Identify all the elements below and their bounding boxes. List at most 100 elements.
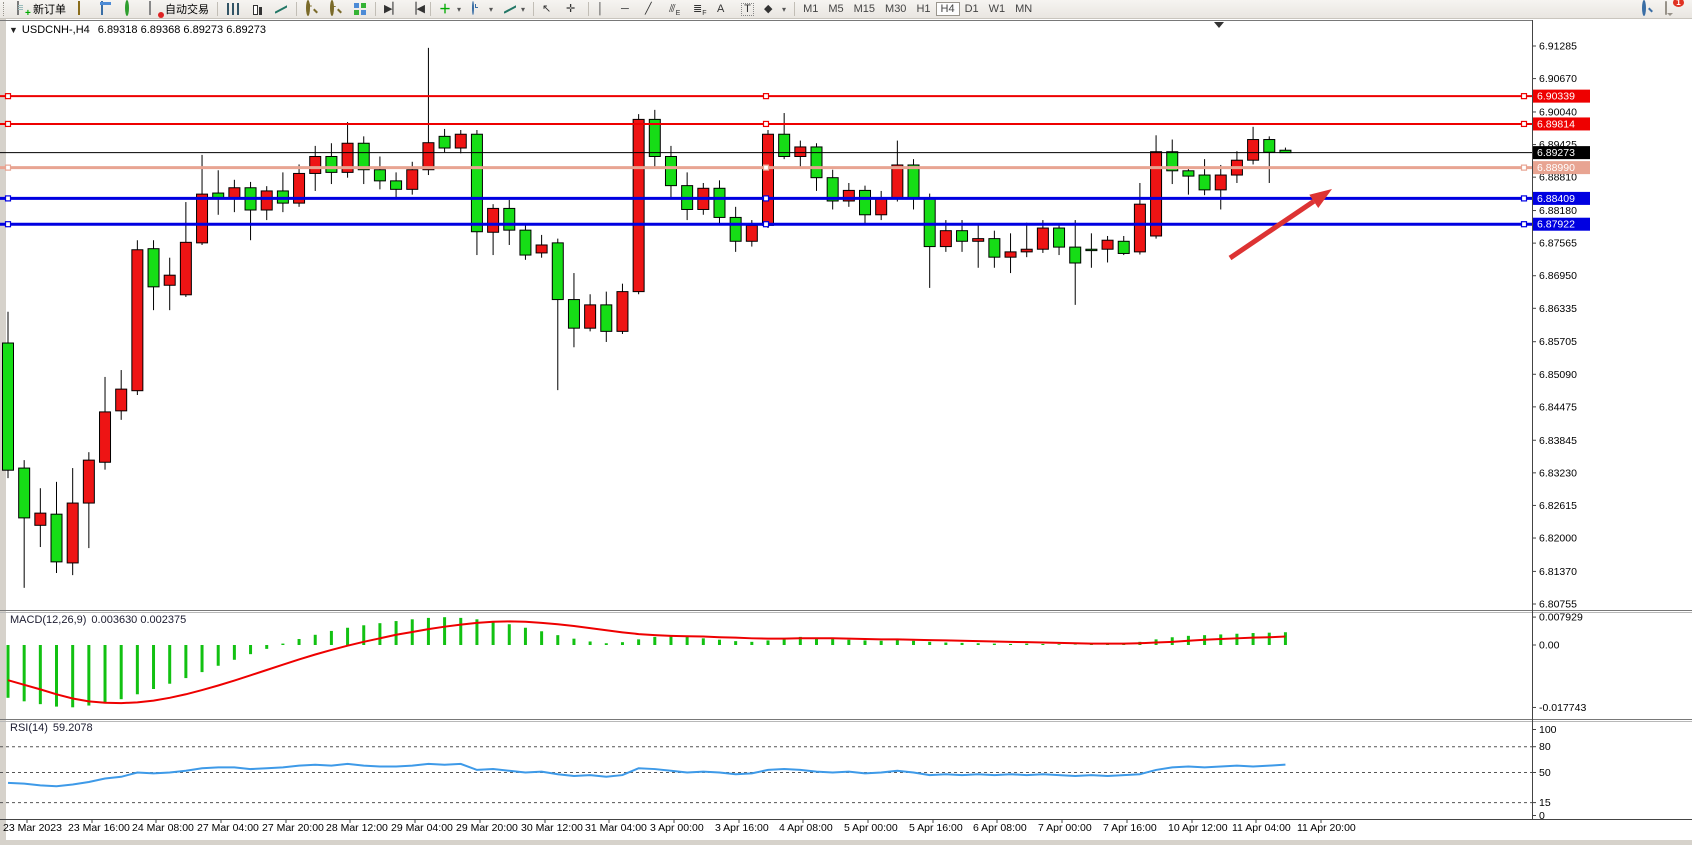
timeframe-h1[interactable]: H1	[911, 2, 935, 16]
zoom-out-button[interactable]: –	[324, 0, 348, 19]
periods-button[interactable]: ▾	[466, 0, 498, 19]
macd-name: MACD(12,26,9)	[10, 614, 86, 626]
fibonacci-icon: ≣F	[693, 2, 707, 16]
profile-icon	[76, 2, 90, 16]
tile-windows-button[interactable]	[348, 0, 372, 19]
svg-text:6.85090: 6.85090	[1539, 369, 1577, 381]
trendline-button[interactable]: ╱	[640, 0, 664, 19]
svg-text:10 Apr 12:00: 10 Apr 12:00	[1168, 822, 1228, 834]
chart-shift-button[interactable]: ▕◀	[403, 0, 427, 19]
auto-trading-icon	[148, 2, 162, 16]
svg-text:6.87565: 6.87565	[1539, 238, 1577, 250]
chart-symbol: USDCNH-,H4	[22, 24, 90, 36]
indicators-icon: ＋	[439, 2, 453, 16]
macd-signal-line	[8, 621, 1285, 703]
timeframe-d1[interactable]: D1	[960, 2, 984, 16]
text-label-button[interactable]: T	[736, 0, 759, 19]
search-button[interactable]	[1636, 0, 1660, 19]
line-chart-button[interactable]	[269, 0, 293, 19]
text-icon: A	[717, 2, 731, 16]
macd-pane	[8, 617, 1285, 707]
rsi-pane	[0, 747, 1532, 803]
timeframe-w1[interactable]: W1	[984, 2, 1011, 16]
svg-text:29 Mar 04:00: 29 Mar 04:00	[391, 822, 453, 834]
svg-text:6.80755: 6.80755	[1539, 599, 1577, 611]
bar-chart-button[interactable]	[221, 0, 245, 19]
svg-text:24 Mar 08:00: 24 Mar 08:00	[132, 822, 194, 834]
svg-text:6.82615: 6.82615	[1539, 500, 1577, 512]
shapes-button[interactable]: ◆▾	[759, 0, 791, 19]
svg-text:28 Mar 12:00: 28 Mar 12:00	[326, 822, 388, 834]
svg-text:7 Apr 00:00: 7 Apr 00:00	[1038, 822, 1092, 834]
macd-values: 0.003630 0.002375	[91, 614, 186, 626]
timeframe-m30[interactable]: M30	[880, 2, 911, 16]
chart-shift-icon: ▕◀	[408, 2, 422, 16]
zoom-in-button[interactable]: +	[300, 0, 324, 19]
svg-text:6.87922: 6.87922	[1537, 219, 1575, 231]
market-watch-button[interactable]	[95, 0, 119, 19]
search-icon	[1641, 2, 1655, 16]
chart-title: ▼USDCNH-,H46.89318 6.89368 6.89273 6.892…	[9, 24, 266, 36]
chart-profiles-button[interactable]	[71, 0, 95, 19]
timeframe-m1[interactable]: M1	[798, 2, 823, 16]
channel-button[interactable]: ⫻E	[664, 0, 688, 19]
svg-text:0.00: 0.00	[1539, 640, 1560, 652]
svg-text:0.007929: 0.007929	[1539, 612, 1583, 624]
svg-text:80: 80	[1539, 741, 1551, 753]
candlestick-chart-button[interactable]	[245, 0, 269, 19]
crosshair-icon: ✛	[566, 2, 580, 16]
chart-canvas[interactable]: 6.912856.906706.900406.894256.888106.881…	[0, 19, 1692, 845]
timeframe-mn[interactable]: MN	[1010, 2, 1037, 16]
svg-text:6.91285: 6.91285	[1539, 41, 1577, 53]
timeframe-h4[interactable]: H4	[936, 2, 960, 16]
svg-text:6.89814: 6.89814	[1537, 118, 1575, 130]
timeframe-m5[interactable]: M5	[823, 2, 848, 16]
notifications-button[interactable]: 1	[1660, 0, 1684, 19]
svg-text:6 Apr 08:00: 6 Apr 08:00	[973, 822, 1027, 834]
fibonacci-button[interactable]: ≣F	[688, 0, 712, 19]
svg-text:0: 0	[1539, 810, 1545, 822]
cursor-button[interactable]: ↖	[537, 0, 561, 19]
chart-window: ▼USDCNH-,H46.89318 6.89368 6.89273 6.892…	[0, 19, 1692, 845]
vertical-line-icon: │	[597, 2, 611, 16]
new-order-icon: +	[16, 2, 30, 16]
vertical-line-button[interactable]: │	[592, 0, 616, 19]
svg-text:6.81370: 6.81370	[1539, 566, 1577, 578]
template-icon	[504, 3, 516, 15]
rsi-label: RSI(14)59.2078	[10, 722, 98, 734]
svg-text:100: 100	[1539, 724, 1557, 736]
new-order-label: 新订单	[33, 1, 66, 17]
dropdown-arrow-icon: ▾	[457, 5, 461, 14]
svg-text:-0.017743: -0.017743	[1539, 702, 1586, 714]
window-bottom-edge	[0, 840, 1692, 845]
svg-text:27 Mar 20:00: 27 Mar 20:00	[262, 822, 324, 834]
horizontal-line-icon: ─	[621, 2, 635, 16]
rsi-line	[8, 764, 1285, 786]
collapse-caret-icon[interactable]: ▼	[9, 25, 18, 35]
line-chart-icon	[275, 3, 287, 15]
svg-text:11 Apr 04:00: 11 Apr 04:00	[1232, 822, 1291, 834]
navigator-button[interactable]	[119, 0, 143, 19]
svg-text:23 Mar 16:00: 23 Mar 16:00	[68, 822, 130, 834]
svg-text:5 Apr 00:00: 5 Apr 00:00	[844, 822, 898, 834]
text-button[interactable]: A	[712, 0, 736, 19]
auto-scroll-button[interactable]: ▶▏	[379, 0, 403, 19]
trendline-icon: ╱	[645, 2, 659, 16]
svg-text:5 Apr 16:00: 5 Apr 16:00	[909, 822, 963, 834]
templates-button[interactable]: ▾	[498, 0, 530, 19]
svg-text:29 Mar 20:00: 29 Mar 20:00	[456, 822, 518, 834]
macd-axis: 0.007929 0.00 -0.017743	[1532, 612, 1586, 714]
toolbar-grip[interactable]	[3, 2, 8, 16]
arrow-annotation	[1230, 201, 1314, 258]
crosshair-button[interactable]: ✛	[561, 0, 585, 19]
svg-text:3 Apr 00:00: 3 Apr 00:00	[650, 822, 704, 834]
svg-text:23 Mar 2023: 23 Mar 2023	[3, 822, 62, 834]
timeframe-m15[interactable]: M15	[849, 2, 880, 16]
indicators-button[interactable]: ＋▾	[434, 0, 466, 19]
new-order-button[interactable]: + 新订单	[11, 0, 71, 19]
svg-text:6.89273: 6.89273	[1537, 147, 1575, 159]
auto-trading-button[interactable]: 自动交易	[143, 0, 214, 19]
horizontal-line-button[interactable]: ─	[616, 0, 640, 19]
dropdown-arrow-icon: ▾	[521, 5, 525, 14]
svg-text:11 Apr 20:00: 11 Apr 20:00	[1297, 822, 1356, 834]
